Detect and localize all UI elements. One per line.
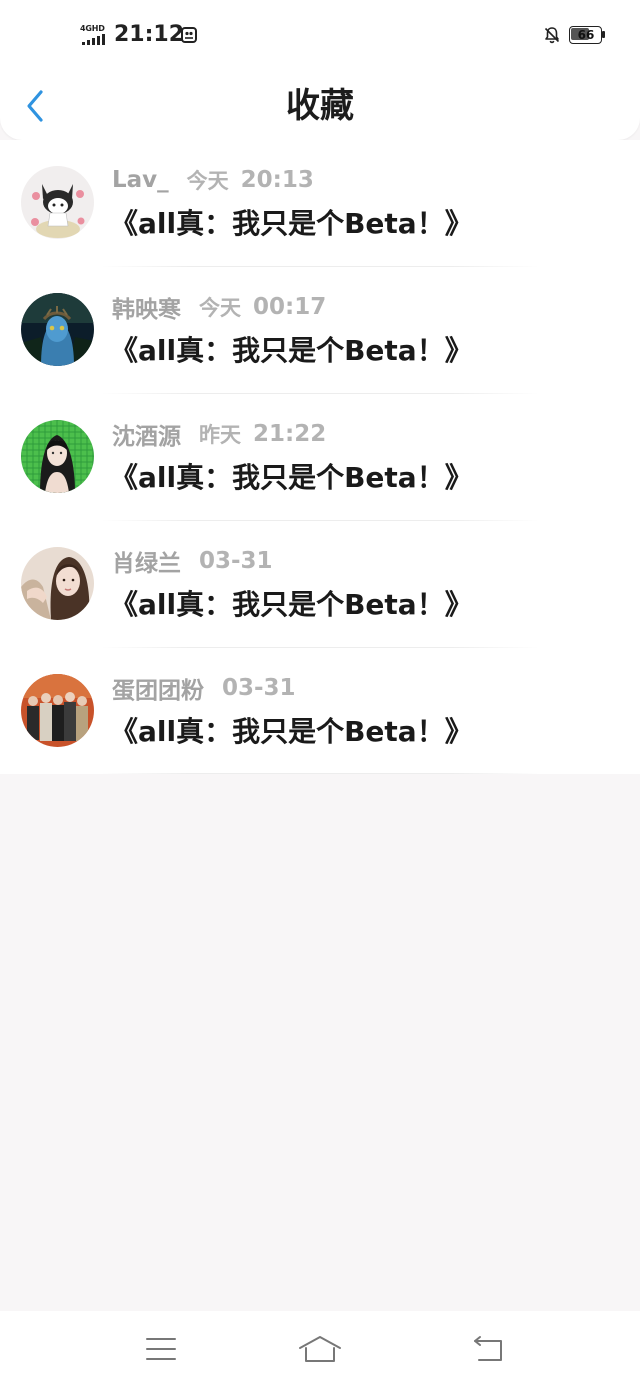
battery-level: 66 bbox=[577, 28, 595, 42]
favorite-item[interactable]: 沈酒源 昨天 21:22 《all真：我只是个Beta！》 bbox=[0, 394, 640, 521]
status-time: 21:12 bbox=[114, 22, 185, 47]
post-time: 21:22 bbox=[253, 421, 327, 447]
item-title[interactable]: 《all真：我只是个Beta！》 bbox=[110, 458, 473, 498]
post-time: 03-31 bbox=[222, 675, 296, 701]
network-type: 4GHD bbox=[80, 24, 105, 33]
item-meta: 蛋团团粉 03-31 bbox=[112, 672, 296, 704]
status-bar: 4GHD 21:12 66 bbox=[0, 0, 640, 70]
divider bbox=[100, 773, 540, 774]
post-time: 03-31 bbox=[199, 548, 273, 574]
system-nav-bar bbox=[0, 1311, 640, 1387]
username[interactable]: 肖绿兰 bbox=[112, 544, 181, 578]
avatar[interactable] bbox=[21, 293, 94, 366]
return-button[interactable] bbox=[466, 1331, 510, 1367]
menu-icon bbox=[146, 1338, 176, 1360]
back-arrow-icon bbox=[474, 1336, 502, 1361]
post-day: 今天 bbox=[199, 296, 241, 320]
item-meta: 韩映寒 今天 00:17 bbox=[112, 291, 326, 323]
notification-app-icon bbox=[181, 27, 197, 43]
favorite-item[interactable]: 蛋团团粉 03-31 《all真：我只是个Beta！》 bbox=[0, 648, 640, 774]
post-time: 20:13 bbox=[240, 167, 314, 193]
favorite-item[interactable]: 肖绿兰 03-31 《all真：我只是个Beta！》 bbox=[0, 521, 640, 648]
username[interactable]: 韩映寒 bbox=[112, 290, 181, 324]
nav-bar: 收藏 bbox=[0, 70, 640, 140]
item-title[interactable]: 《all真：我只是个Beta！》 bbox=[110, 331, 473, 371]
username[interactable]: 沈酒源 bbox=[112, 417, 181, 451]
bell-off-icon bbox=[543, 26, 561, 44]
avatar[interactable] bbox=[21, 674, 94, 747]
item-meta: 沈酒源 昨天 21:22 bbox=[112, 418, 326, 450]
post-time: 00:17 bbox=[253, 294, 327, 320]
favorite-item[interactable]: 韩映寒 今天 00:17 《all真：我只是个Beta！》 bbox=[0, 267, 640, 394]
post-day: 今天 bbox=[186, 169, 229, 193]
post-day: 昨天 bbox=[199, 423, 241, 447]
battery-icon: 66 bbox=[569, 26, 605, 44]
avatar[interactable] bbox=[21, 420, 94, 493]
home-button[interactable] bbox=[298, 1331, 342, 1367]
signal-bars bbox=[82, 34, 105, 45]
avatar[interactable] bbox=[21, 547, 94, 620]
item-meta: Lav_ 今天 20:13 bbox=[112, 164, 314, 196]
item-meta: 肖绿兰 03-31 bbox=[112, 545, 273, 577]
page-title: 收藏 bbox=[286, 86, 354, 126]
home-icon bbox=[299, 1336, 341, 1362]
item-title[interactable]: 《all真：我只是个Beta！》 bbox=[110, 204, 473, 244]
item-title[interactable]: 《all真：我只是个Beta！》 bbox=[110, 585, 473, 625]
username[interactable]: Lav_ bbox=[112, 167, 169, 193]
avatar[interactable] bbox=[21, 166, 94, 239]
signal-icon: 4GHD bbox=[80, 24, 110, 46]
menu-button[interactable] bbox=[139, 1331, 183, 1367]
username[interactable]: 蛋团团粉 bbox=[112, 671, 204, 705]
item-title[interactable]: 《all真：我只是个Beta！》 bbox=[110, 712, 473, 752]
favorite-item[interactable]: Lav_ 今天 20:13 《all真：我只是个Beta！》 bbox=[0, 140, 640, 267]
favorites-list: Lav_ 今天 20:13 《all真：我只是个Beta！》 韩映寒 今天 00… bbox=[0, 140, 640, 774]
top-bar: 4GHD 21:12 66 收藏 bbox=[0, 0, 640, 140]
